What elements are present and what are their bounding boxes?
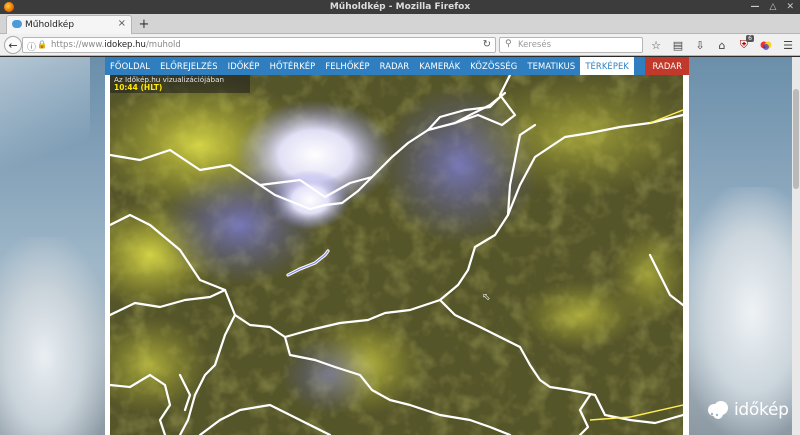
info-icon[interactable]: ⓘ <box>27 40 36 53</box>
window-title: Műholdkép - Mozilla Firefox <box>329 2 471 12</box>
navigation-toolbar: ← ⓘ 🔒 https://www. idokep.hu/muhold ↻ ⚲ K… <box>0 34 800 56</box>
caption-time: 10:44 (HLT) <box>114 83 163 92</box>
idokep-logo-icon <box>706 400 730 420</box>
tab-muholdkep[interactable]: Műholdkép × <box>6 15 132 34</box>
menu-item-9[interactable]: TÉRKÉPEK <box>580 57 634 75</box>
sun-rays-decoration <box>0 57 90 217</box>
idokep-logo-text: időkép <box>734 400 789 420</box>
url-path: /muhold <box>145 40 181 50</box>
mouse-cursor-icon: ⬁ <box>482 292 491 303</box>
menu-item-3[interactable]: HŐTÉRKÉP <box>265 57 321 75</box>
reading-list-icon[interactable]: ▤ <box>670 37 686 53</box>
scrollbar-thumb[interactable] <box>793 89 799 189</box>
bookmark-star-icon[interactable]: ☆ <box>648 37 664 53</box>
cloud-background-left <box>0 237 110 435</box>
radar-button[interactable]: RADAR <box>645 57 689 75</box>
url-host: idokep.hu <box>104 40 146 50</box>
url-bar[interactable]: ⓘ 🔒 https://www. idokep.hu/muhold ↻ <box>22 37 496 53</box>
close-window-icon[interactable]: ✕ <box>786 2 794 12</box>
home-icon[interactable]: ⌂ <box>714 37 730 53</box>
notification-badge: 6 <box>746 35 754 42</box>
menu-item-6[interactable]: KAMERÁK <box>414 57 465 75</box>
menu-item-4[interactable]: FELHŐKÉP <box>320 57 374 75</box>
site-menu: FŐOLDAL ELŐREJELZÉS IDŐKÉP HŐTÉRKÉP FELHŐKÉP… <box>105 57 689 75</box>
color-extension-icon[interactable] <box>758 37 774 53</box>
new-tab-button[interactable]: + <box>137 15 151 33</box>
menu-item-5[interactable]: RADAR <box>375 57 415 75</box>
search-input[interactable]: ⚲ Keresés <box>499 37 643 53</box>
menu-item-8[interactable]: TEMATIKUS <box>522 57 580 75</box>
back-button[interactable]: ← <box>4 36 22 54</box>
page-scrollbar[interactable] <box>792 57 800 435</box>
idokep-favicon-icon <box>12 20 22 28</box>
search-icon: ⚲ <box>505 39 512 49</box>
tab-close-icon[interactable]: × <box>118 18 126 29</box>
menu-item-1[interactable]: ELŐREJELZÉS <box>155 57 223 75</box>
hamburger-menu-icon[interactable]: ☰ <box>780 37 796 53</box>
tab-title: Műholdkép <box>25 20 75 30</box>
menu-item-0[interactable]: FŐOLDAL <box>105 57 155 75</box>
reload-icon[interactable]: ↻ <box>483 39 491 50</box>
ublock-icon[interactable]: ⛨ 6 <box>736 35 754 53</box>
url-prefix: https://www. <box>51 40 105 50</box>
menu-item-2[interactable]: IDŐKÉP <box>223 57 265 75</box>
window-titlebar: Műholdkép - Mozilla Firefox — △ ✕ <box>0 0 800 14</box>
download-icon[interactable]: ⇩ <box>692 37 708 53</box>
toolbar-icons: ☆ ▤ ⇩ ⌂ ⛨ 6 ☰ <box>648 35 796 53</box>
satellite-map-image[interactable] <box>110 75 683 435</box>
search-placeholder: Keresés <box>518 40 552 50</box>
menu-item-7[interactable]: KÖZÖSSÉG <box>465 57 522 75</box>
tab-strip: Műholdkép × + <box>0 14 800 34</box>
window-controls: — △ ✕ <box>751 0 794 14</box>
page-content: FŐOLDAL ELŐREJELZÉS IDŐKÉP HŐTÉRKÉP FELHŐKÉP… <box>0 57 800 435</box>
maximize-icon[interactable]: △ <box>770 2 777 12</box>
lock-icon: 🔒 <box>37 40 47 49</box>
idokep-logo[interactable]: időkép <box>706 397 789 423</box>
minimize-icon[interactable]: — <box>751 2 760 12</box>
firefox-icon <box>4 2 14 12</box>
